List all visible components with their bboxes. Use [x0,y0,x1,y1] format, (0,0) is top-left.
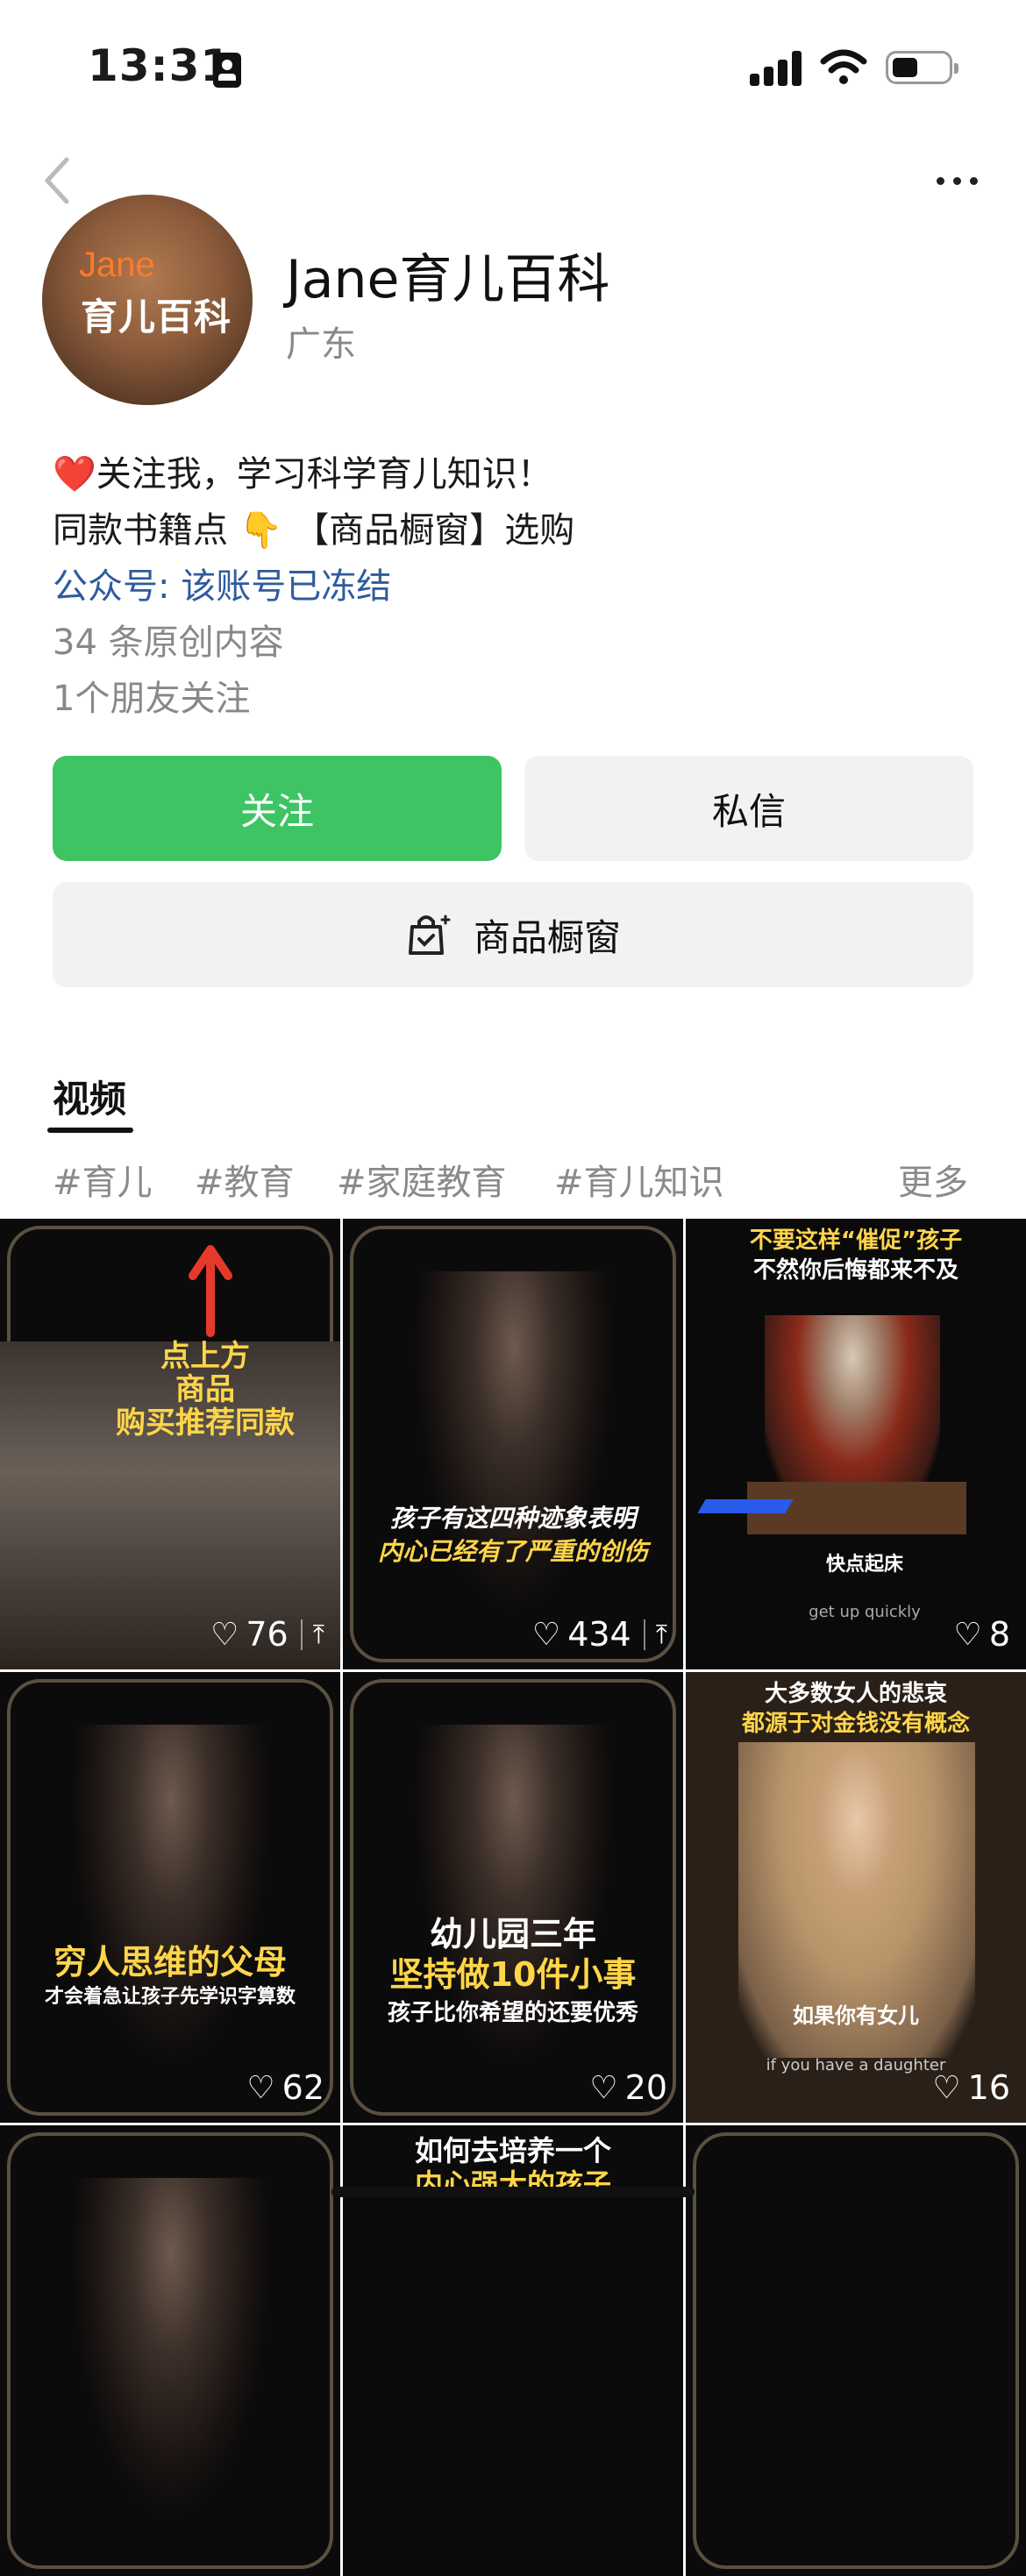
video-caption: 不要这样“催促”孩子 [749,1228,963,1254]
avatar-subtitle-text: 育儿百科 [81,295,232,338]
message-button[interactable]: 私信 [524,756,973,861]
tab-active-indicator [47,1128,133,1133]
video-caption-highlight: 内心已经有了严重的创伤 [377,1537,648,1566]
video-caption: 孩子有这四种迹象表明 [389,1504,636,1533]
official-account-link[interactable]: 公众号: 该账号已冻结 [53,558,391,608]
video-card[interactable]: 幼儿园三年 坚持做10件小事 孩子比你希望的还要优秀 ♡ 20 [343,1672,683,2123]
video-likes: ♡ 76 ⤒ [210,1615,324,1654]
pin-top-icon: ⤒ [643,1619,667,1650]
video-card[interactable]: 大多数女人的悲哀 都源于对金钱没有概念 如果你有女儿 if you have a… [686,1672,1026,2123]
video-caption: 大多数女人的悲哀 [764,1681,947,1707]
follow-button[interactable]: 关注 [53,756,502,861]
original-content-count[interactable]: 34 条原创内容 [53,614,284,665]
status-time: 13:31 [88,40,232,91]
bio-line-books: 同款书籍点 👇 【商品橱窗】选购 [53,510,575,551]
shop-window-button[interactable]: 商品橱窗 [53,882,973,987]
pin-top-icon: ⤒ [300,1619,324,1650]
video-card[interactable]: 穷人思维的父母 才会着急让孩子先学识字算数 ♡ 62 [0,1672,340,2123]
wifi-icon [820,49,867,84]
avatar-brand-text: Jane [79,246,155,284]
more-options-icon[interactable] [935,172,980,189]
video-likes: ♡ 434 ⤒ [531,1615,667,1654]
friends-following[interactable]: 1个朋友关注 [53,670,250,721]
back-chevron-icon[interactable] [39,154,77,207]
video-caption-highlight: 坚持做10件小事 [389,1955,637,1994]
video-card[interactable]: 孩子有这四种迹象表明 内心已经有了严重的创伤 ♡ 434 ⤒ [343,1219,683,1669]
video-card[interactable] [0,2125,340,2576]
avatar[interactable]: Jane 育儿百科 [42,195,253,405]
tag-education[interactable]: #教育 [195,1154,295,1205]
video-likes: ♡ 16 [932,2068,1010,2107]
video-card[interactable] [686,2125,1026,2576]
status-bar: 13:31 [0,0,1026,132]
video-grid: 点上方 商品 购买推荐同款 ♡ 76 ⤒ 孩子有这四种迹象表明 内心已经有了严重的创… [0,1219,1026,2576]
video-caption: 才会着急让孩子先学识字算数 [44,1986,296,2008]
video-caption: 如果你有女儿 [793,2003,919,2028]
video-likes: ♡ 62 [246,2068,324,2107]
video-card[interactable]: 不要这样“催促”孩子 不然你后悔都来不及 快点起床 get up quickly… [686,1219,1026,1669]
tab-video[interactable]: 视频 [53,1070,126,1123]
video-caption: 快点起床 [825,1554,903,1576]
shop-window-label: 商品橱窗 [473,915,621,959]
video-caption: 穷人思维的父母 [53,1943,287,1982]
video-caption: 孩子比你希望的还要优秀 [387,2000,638,2026]
tag-parenting[interactable]: #育儿 [53,1154,153,1205]
bio-line-intro: ❤️关注我，学习科学育儿知识！ [53,454,552,495]
heart-icon: ♡ [531,1616,561,1653]
home-indicator[interactable] [331,2187,695,2197]
profile-region: 广东 [286,324,356,365]
battery-icon [886,51,958,84]
video-caption: 点上方 商品 购买推荐同款 [116,1339,295,1441]
video-likes: ♡ 20 [589,2068,667,2107]
id-card-icon [213,53,241,88]
video-likes: ♡ 8 [953,1615,1010,1654]
heart-icon: ♡ [932,2069,961,2106]
heart-icon: ♡ [589,2069,618,2106]
heart-icon: ♡ [246,2069,275,2106]
tag-more[interactable]: 更多 [898,1154,968,1205]
video-caption: 不然你后悔都来不及 [752,1257,958,1284]
heart-icon: ♡ [210,1616,239,1653]
arrow-up-icon [189,1245,232,1337]
shopping-bag-icon [408,914,451,955]
video-caption: 都源于对金钱没有概念 [741,1711,970,1737]
cellular-signal-icon [750,49,802,86]
tag-family-education[interactable]: #家庭教育 [337,1154,507,1205]
tag-parenting-knowledge[interactable]: #育儿知识 [554,1154,724,1205]
heart-icon: ♡ [953,1616,982,1653]
video-card[interactable]: 点上方 商品 购买推荐同款 ♡ 76 ⤒ [0,1219,340,1669]
profile-name: Jane育儿百科 [286,249,610,310]
